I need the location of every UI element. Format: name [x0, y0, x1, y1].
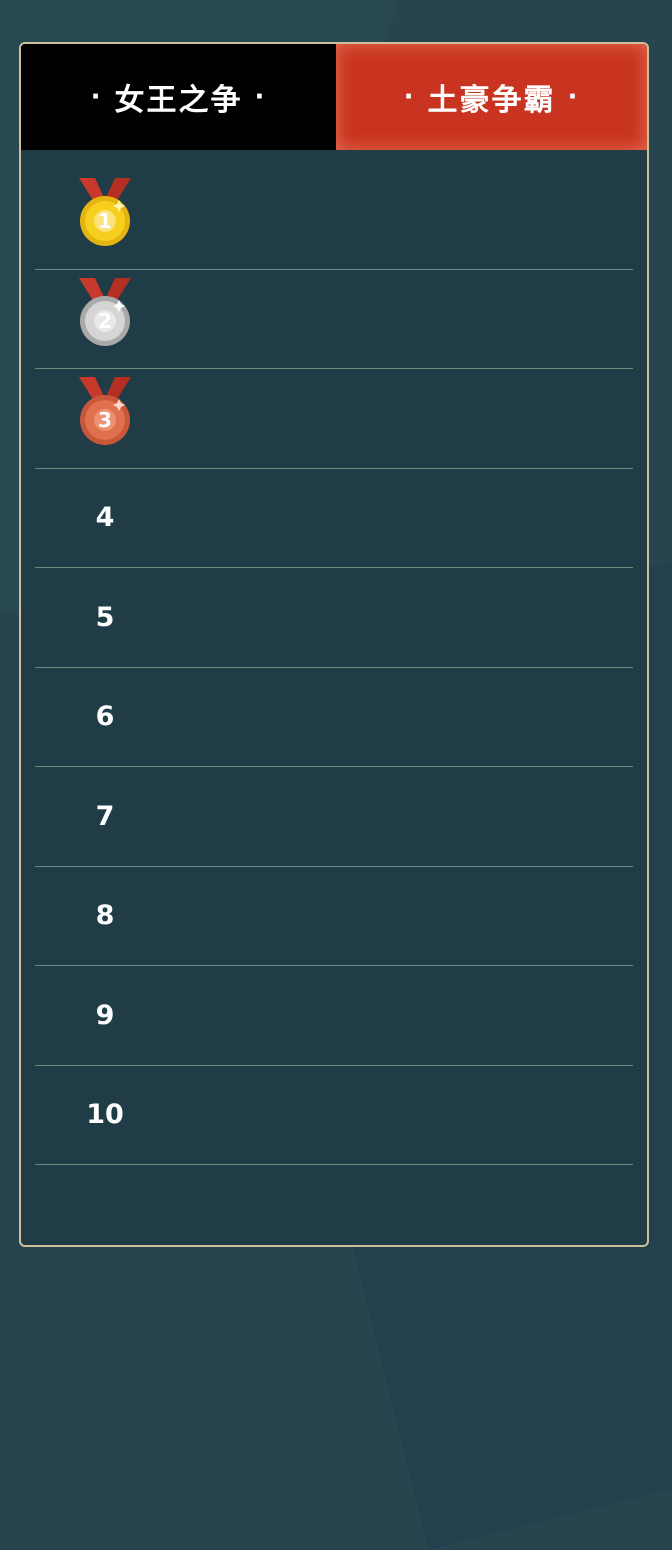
tab-label: 土豪争霸 [427, 83, 556, 118]
ranking-row: 6 [35, 668, 633, 767]
medal-rank-number: 1 [98, 209, 112, 233]
rank-number: 5 [95, 601, 115, 633]
tab-queen-battle[interactable]: · 女王之争 · [21, 44, 336, 150]
ranking-row: 3 [35, 369, 633, 469]
medal-rank-number: 3 [98, 408, 112, 432]
tab-label: 女王之争 [114, 83, 243, 118]
rank-number: 10 [86, 1099, 124, 1131]
tab-dot: · [567, 82, 580, 112]
rank-number: 7 [95, 800, 115, 832]
ranking-row: 5 [35, 568, 633, 668]
silver-medal-icon: 2 [77, 277, 133, 348]
ranking-row: 2 [35, 270, 633, 369]
rank-number: 9 [95, 999, 115, 1031]
gold-medal-icon: 1 [77, 178, 133, 248]
ranking-row: 8 [35, 867, 633, 966]
ranking-row: 10 [35, 1066, 633, 1165]
tab-dot: · [90, 82, 103, 112]
medal-rank-number: 2 [98, 309, 112, 333]
ranking-row: 1 [35, 170, 633, 270]
tab-bar: · 女王之争 · · 土豪争霸 · [21, 44, 647, 150]
rank-number: 4 [95, 502, 115, 534]
tab-dot: · [254, 82, 267, 112]
leaderboard-panel: · 女王之争 · · 土豪争霸 · 1 2 3 4 5 6 7 8 9 10 [19, 42, 649, 1247]
tab-dot: · [403, 82, 416, 112]
rank-number: 8 [95, 900, 115, 932]
ranking-list: 1 2 3 4 5 6 7 8 9 10 [35, 170, 633, 1165]
rank-number: 6 [95, 701, 115, 733]
ranking-row: 4 [35, 469, 633, 568]
tab-tycoon-battle[interactable]: · 土豪争霸 · [336, 44, 647, 150]
ranking-row: 7 [35, 767, 633, 867]
ranking-row: 9 [35, 966, 633, 1066]
bronze-medal-icon: 3 [77, 377, 133, 447]
